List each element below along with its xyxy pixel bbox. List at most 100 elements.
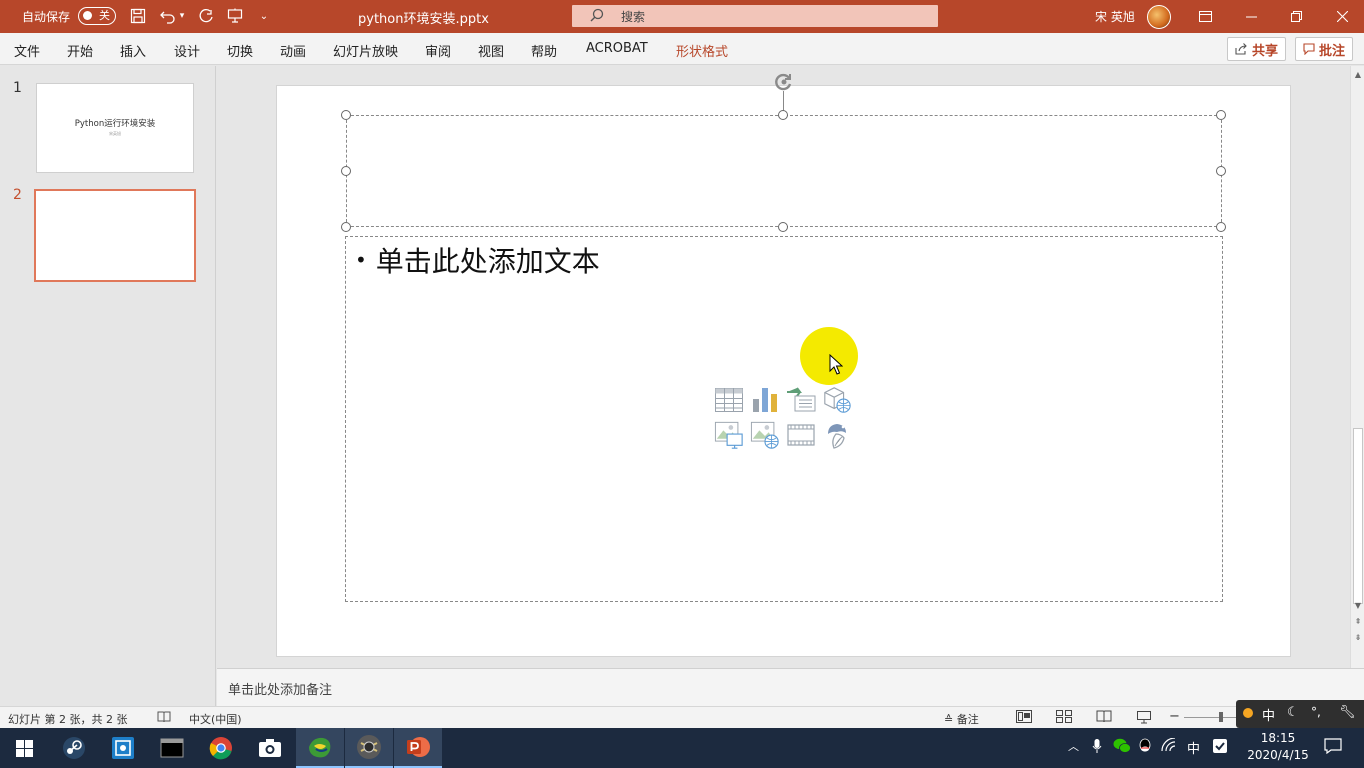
- insert-table-icon[interactable]: [714, 385, 744, 415]
- spelling-check-icon[interactable]: [157, 710, 171, 726]
- tab-acrobat[interactable]: ACROBAT: [586, 41, 648, 56]
- save-icon[interactable]: [128, 6, 148, 26]
- wechat-icon[interactable]: [1113, 738, 1131, 758]
- tab-help[interactable]: 帮助: [531, 41, 557, 60]
- resize-handle[interactable]: [1216, 222, 1226, 232]
- tray-input-language[interactable]: 中: [1187, 738, 1200, 757]
- tab-home[interactable]: 开始: [67, 41, 93, 60]
- ime-punctuation-icon[interactable]: ☾: [1287, 705, 1299, 720]
- game-app-icon[interactable]: [345, 728, 393, 768]
- resize-handle[interactable]: [341, 110, 351, 120]
- tab-review[interactable]: 审阅: [425, 41, 451, 60]
- redo-icon[interactable]: [196, 6, 216, 26]
- tab-insert[interactable]: 插入: [120, 41, 146, 60]
- slide-thumbnail-2[interactable]: [34, 189, 196, 282]
- windows-start-icon[interactable]: [0, 728, 48, 768]
- tab-shape-format[interactable]: 形状格式: [676, 41, 728, 60]
- undo-dropdown-icon[interactable]: ▾: [176, 6, 188, 26]
- autosave-label: 自动保存: [22, 10, 71, 24]
- autosave-state: 关: [99, 9, 110, 22]
- ime-fullwidth-icon[interactable]: °,: [1311, 705, 1321, 719]
- rotate-handle-icon[interactable]: [774, 72, 794, 92]
- zoom-slider-thumb[interactable]: [1219, 712, 1223, 722]
- tab-design[interactable]: 设计: [174, 41, 200, 60]
- customize-qat-icon[interactable]: ⌄: [254, 6, 274, 26]
- insert-3d-model-icon[interactable]: [822, 385, 852, 415]
- zoom-slider[interactable]: [1184, 717, 1236, 718]
- search-box[interactable]: 搜索: [572, 5, 938, 27]
- pycharm-app-icon[interactable]: [296, 728, 344, 768]
- previous-slide-icon[interactable]: ⇞: [1353, 617, 1363, 627]
- resize-handle[interactable]: [1216, 110, 1226, 120]
- resize-handle[interactable]: [778, 110, 788, 120]
- reading-view-icon[interactable]: [1096, 710, 1112, 726]
- share-button[interactable]: 共享: [1227, 37, 1287, 61]
- notification-center-icon[interactable]: [1324, 738, 1342, 758]
- security-check-icon[interactable]: [1212, 738, 1228, 758]
- ime-mode[interactable]: 中: [1262, 705, 1275, 724]
- undo-icon[interactable]: [158, 6, 178, 26]
- title-bar: 自动保存 关 ▾ ⌄ python环境安装.pptx 搜索 宋 英旭: [0, 0, 1364, 33]
- scroll-up-icon[interactable]: ▲: [1353, 70, 1363, 80]
- qq-icon[interactable]: [1138, 738, 1152, 758]
- share-label: 共享: [1252, 43, 1279, 59]
- notes-pane[interactable]: 单击此处添加备注: [217, 668, 1364, 706]
- scrollbar-thumb[interactable]: [1353, 428, 1363, 604]
- minimize-icon[interactable]: [1228, 0, 1274, 33]
- tab-slideshow[interactable]: 幻灯片放映: [333, 41, 398, 60]
- terminal-icon[interactable]: [148, 728, 196, 768]
- insert-picture-icon[interactable]: [714, 420, 744, 450]
- presentation-icon[interactable]: [225, 6, 245, 26]
- tab-view[interactable]: 视图: [478, 41, 504, 60]
- slide-sorter-icon[interactable]: [1056, 710, 1072, 726]
- restore-icon[interactable]: [1273, 0, 1319, 33]
- resize-handle[interactable]: [1216, 166, 1226, 176]
- resize-handle[interactable]: [341, 166, 351, 176]
- content-placeholder[interactable]: [345, 236, 1223, 602]
- remote-app-icon[interactable]: [99, 728, 147, 768]
- autosave-toggle[interactable]: 关: [78, 7, 116, 25]
- close-icon[interactable]: [1319, 0, 1364, 33]
- notes-toggle-button[interactable]: ≙ 备注: [944, 711, 979, 727]
- microphone-icon[interactable]: [1092, 738, 1102, 758]
- system-clock[interactable]: 18:15 2020/4/15: [1236, 730, 1320, 764]
- next-slide-icon[interactable]: ⇟: [1353, 633, 1363, 643]
- chrome-icon[interactable]: [197, 728, 245, 768]
- body-placeholder-label: 单击此处添加文本: [375, 245, 600, 278]
- scroll-down-icon[interactable]: ▼: [1353, 601, 1363, 611]
- normal-view-icon[interactable]: [1016, 710, 1032, 726]
- title-placeholder[interactable]: [346, 115, 1222, 227]
- insert-video-icon[interactable]: [786, 420, 816, 450]
- tab-transitions[interactable]: 切换: [227, 41, 253, 60]
- ime-logo-icon[interactable]: [1243, 708, 1253, 718]
- mouse-cursor-icon: [829, 354, 843, 375]
- zoom-out-icon[interactable]: −: [1169, 709, 1180, 724]
- steam-icon[interactable]: [50, 728, 98, 768]
- ribbon-display-icon[interactable]: [1182, 0, 1228, 33]
- tab-file[interactable]: 文件: [14, 41, 40, 60]
- insert-icon-icon[interactable]: [822, 420, 852, 450]
- slideshow-view-icon[interactable]: [1136, 710, 1152, 727]
- body-placeholder-text[interactable]: • 单击此处添加文本: [355, 240, 600, 280]
- resize-handle[interactable]: [778, 222, 788, 232]
- insert-smartart-icon[interactable]: [786, 385, 816, 415]
- tray-expand-icon[interactable]: ︿: [1068, 738, 1079, 754]
- powerpoint-icon[interactable]: [394, 728, 442, 768]
- thumbnail-subtitle: 宋英旭: [109, 131, 121, 136]
- slide-thumbnail-1[interactable]: Python运行环境安装 宋英旭: [36, 83, 194, 173]
- insert-chart-icon[interactable]: [750, 385, 780, 415]
- wifi-icon[interactable]: [1161, 737, 1177, 756]
- user-name[interactable]: 宋 英旭: [1095, 8, 1135, 25]
- comment-button[interactable]: 批注: [1295, 37, 1354, 61]
- camera-icon[interactable]: [246, 728, 294, 768]
- notes-icon: ≙: [944, 713, 954, 726]
- tab-animations[interactable]: 动画: [280, 41, 306, 60]
- avatar[interactable]: [1147, 5, 1171, 29]
- vertical-scrollbar[interactable]: ▲ ▼ ⇞ ⇟: [1350, 66, 1364, 668]
- ime-settings-icon[interactable]: 🔧︎: [1339, 705, 1356, 720]
- bullet-icon: •: [355, 248, 367, 272]
- resize-handle[interactable]: [341, 222, 351, 232]
- slide-counter[interactable]: 幻灯片 第 2 张，共 2 张: [8, 711, 127, 727]
- insert-online-picture-icon[interactable]: [750, 420, 780, 450]
- language-indicator[interactable]: 中文(中国): [189, 711, 242, 727]
